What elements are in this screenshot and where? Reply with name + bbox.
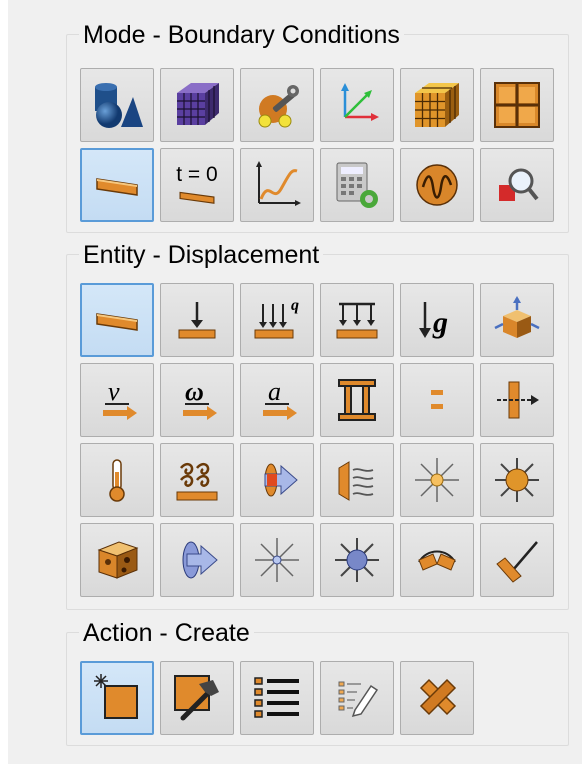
bolt-load-button[interactable] — [480, 363, 554, 437]
inspect-button[interactable] — [480, 148, 554, 222]
bolt-load-icon — [497, 381, 539, 419]
support-button[interactable] — [480, 523, 554, 597]
point-source-button[interactable] — [240, 523, 314, 597]
create-button[interactable] — [80, 661, 154, 735]
acceleration-icon: a — [263, 377, 297, 420]
temperature-button[interactable] — [80, 443, 154, 517]
inspect-icon — [499, 168, 539, 201]
delete-icon — [419, 678, 457, 716]
heat-flux-icon — [264, 463, 298, 497]
angular-velocity-button[interactable]: ω — [160, 363, 234, 437]
calculator-button[interactable] — [320, 148, 394, 222]
hinge-button[interactable] — [400, 523, 474, 597]
distributed-load-icon — [336, 302, 378, 339]
grid-partition-icon — [494, 82, 540, 128]
mode-group-title: Mode - Boundary Conditions — [79, 20, 404, 50]
geometry-icon — [95, 83, 143, 128]
coordinate-system-button[interactable] — [320, 68, 394, 142]
boundary-condition-icon — [96, 178, 138, 196]
sun-icon — [495, 458, 539, 502]
heat-flux-button[interactable] — [240, 443, 314, 517]
sphere-source-button[interactable] — [320, 523, 394, 597]
force-icon — [178, 302, 216, 339]
support-icon — [496, 541, 538, 583]
action-group-title: Action - Create — [79, 618, 254, 648]
boundary-condition-button[interactable] — [80, 148, 154, 222]
gap-icon — [431, 390, 443, 409]
tools-icon — [258, 85, 299, 128]
acceleration-button[interactable]: a — [240, 363, 314, 437]
oscillation-icon — [416, 164, 458, 206]
mode-group: Mode - Boundary Conditions t = 0 — [66, 20, 569, 233]
initial-condition-button[interactable]: t = 0 — [160, 148, 234, 222]
gap-button[interactable] — [400, 363, 474, 437]
tools-button[interactable] — [240, 68, 314, 142]
acceleration-symbol: a — [268, 377, 281, 406]
volume-source-icon — [97, 541, 139, 579]
oscillation-button[interactable] — [400, 148, 474, 222]
edit-list-button[interactable] — [320, 661, 394, 735]
modify-hammer-icon — [174, 675, 219, 721]
sun-button[interactable] — [480, 443, 554, 517]
grid-partition-button[interactable] — [480, 68, 554, 142]
temperature-icon — [109, 459, 125, 502]
force-button[interactable] — [160, 283, 234, 357]
mesh-button[interactable] — [160, 68, 234, 142]
displacement-icon — [96, 313, 138, 331]
angular-velocity-symbol: ω — [185, 377, 204, 406]
velocity-button[interactable]: ν — [80, 363, 154, 437]
action-group: Action - Create — [66, 618, 569, 746]
gravity-button[interactable]: g — [400, 283, 474, 357]
pressure-icon: q — [254, 297, 299, 339]
distributed-load-button[interactable] — [320, 283, 394, 357]
pressure-symbol: q — [291, 297, 299, 314]
hinge-icon — [418, 550, 456, 571]
create-new-icon — [94, 674, 138, 719]
edit-list-icon — [338, 681, 379, 718]
entity-group: Entity - Displacement q g ν ω a — [66, 240, 569, 610]
coordinate-system-icon — [341, 83, 379, 121]
boundary-conditions-panel: Mode - Boundary Conditions t = 0 Entity … — [8, 0, 582, 764]
entity-group-title: Entity - Displacement — [79, 240, 324, 270]
surface-flux-icon — [182, 541, 218, 579]
angular-velocity-icon: ω — [183, 377, 217, 420]
hex-mesh-icon — [415, 83, 459, 127]
delete-button[interactable] — [400, 661, 474, 735]
radiation-icon — [338, 461, 374, 501]
hex-mesh-button[interactable] — [400, 68, 474, 142]
light-source-button[interactable] — [400, 443, 474, 517]
function-curve-icon — [256, 161, 301, 206]
geometry-button[interactable] — [80, 68, 154, 142]
list-button[interactable] — [240, 661, 314, 735]
convection-button[interactable] — [160, 443, 234, 517]
contact-pair-icon — [338, 379, 376, 421]
rigid-body-button[interactable] — [480, 283, 554, 357]
calculator-icon — [336, 162, 378, 208]
mesh-icon — [177, 83, 219, 125]
velocity-icon: ν — [103, 377, 137, 420]
point-source-icon — [255, 538, 299, 582]
function-curve-button[interactable] — [240, 148, 314, 222]
contact-pair-button[interactable] — [320, 363, 394, 437]
convection-icon — [176, 462, 218, 501]
rigid-body-icon — [494, 296, 540, 338]
gravity-icon: g — [419, 302, 448, 339]
radiation-button[interactable] — [320, 443, 394, 517]
displacement-button[interactable] — [80, 283, 154, 357]
volume-source-button[interactable] — [80, 523, 154, 597]
pressure-button[interactable]: q — [240, 283, 314, 357]
light-source-icon — [415, 458, 459, 502]
gravity-symbol: g — [432, 306, 448, 339]
initial-condition-icon — [179, 191, 215, 204]
modify-button[interactable] — [160, 661, 234, 735]
velocity-symbol: ν — [108, 377, 120, 406]
list-icon — [254, 677, 299, 718]
surface-flux-button[interactable] — [160, 523, 234, 597]
sphere-source-icon — [335, 538, 379, 582]
initial-condition-label: t = 0 — [176, 163, 218, 186]
